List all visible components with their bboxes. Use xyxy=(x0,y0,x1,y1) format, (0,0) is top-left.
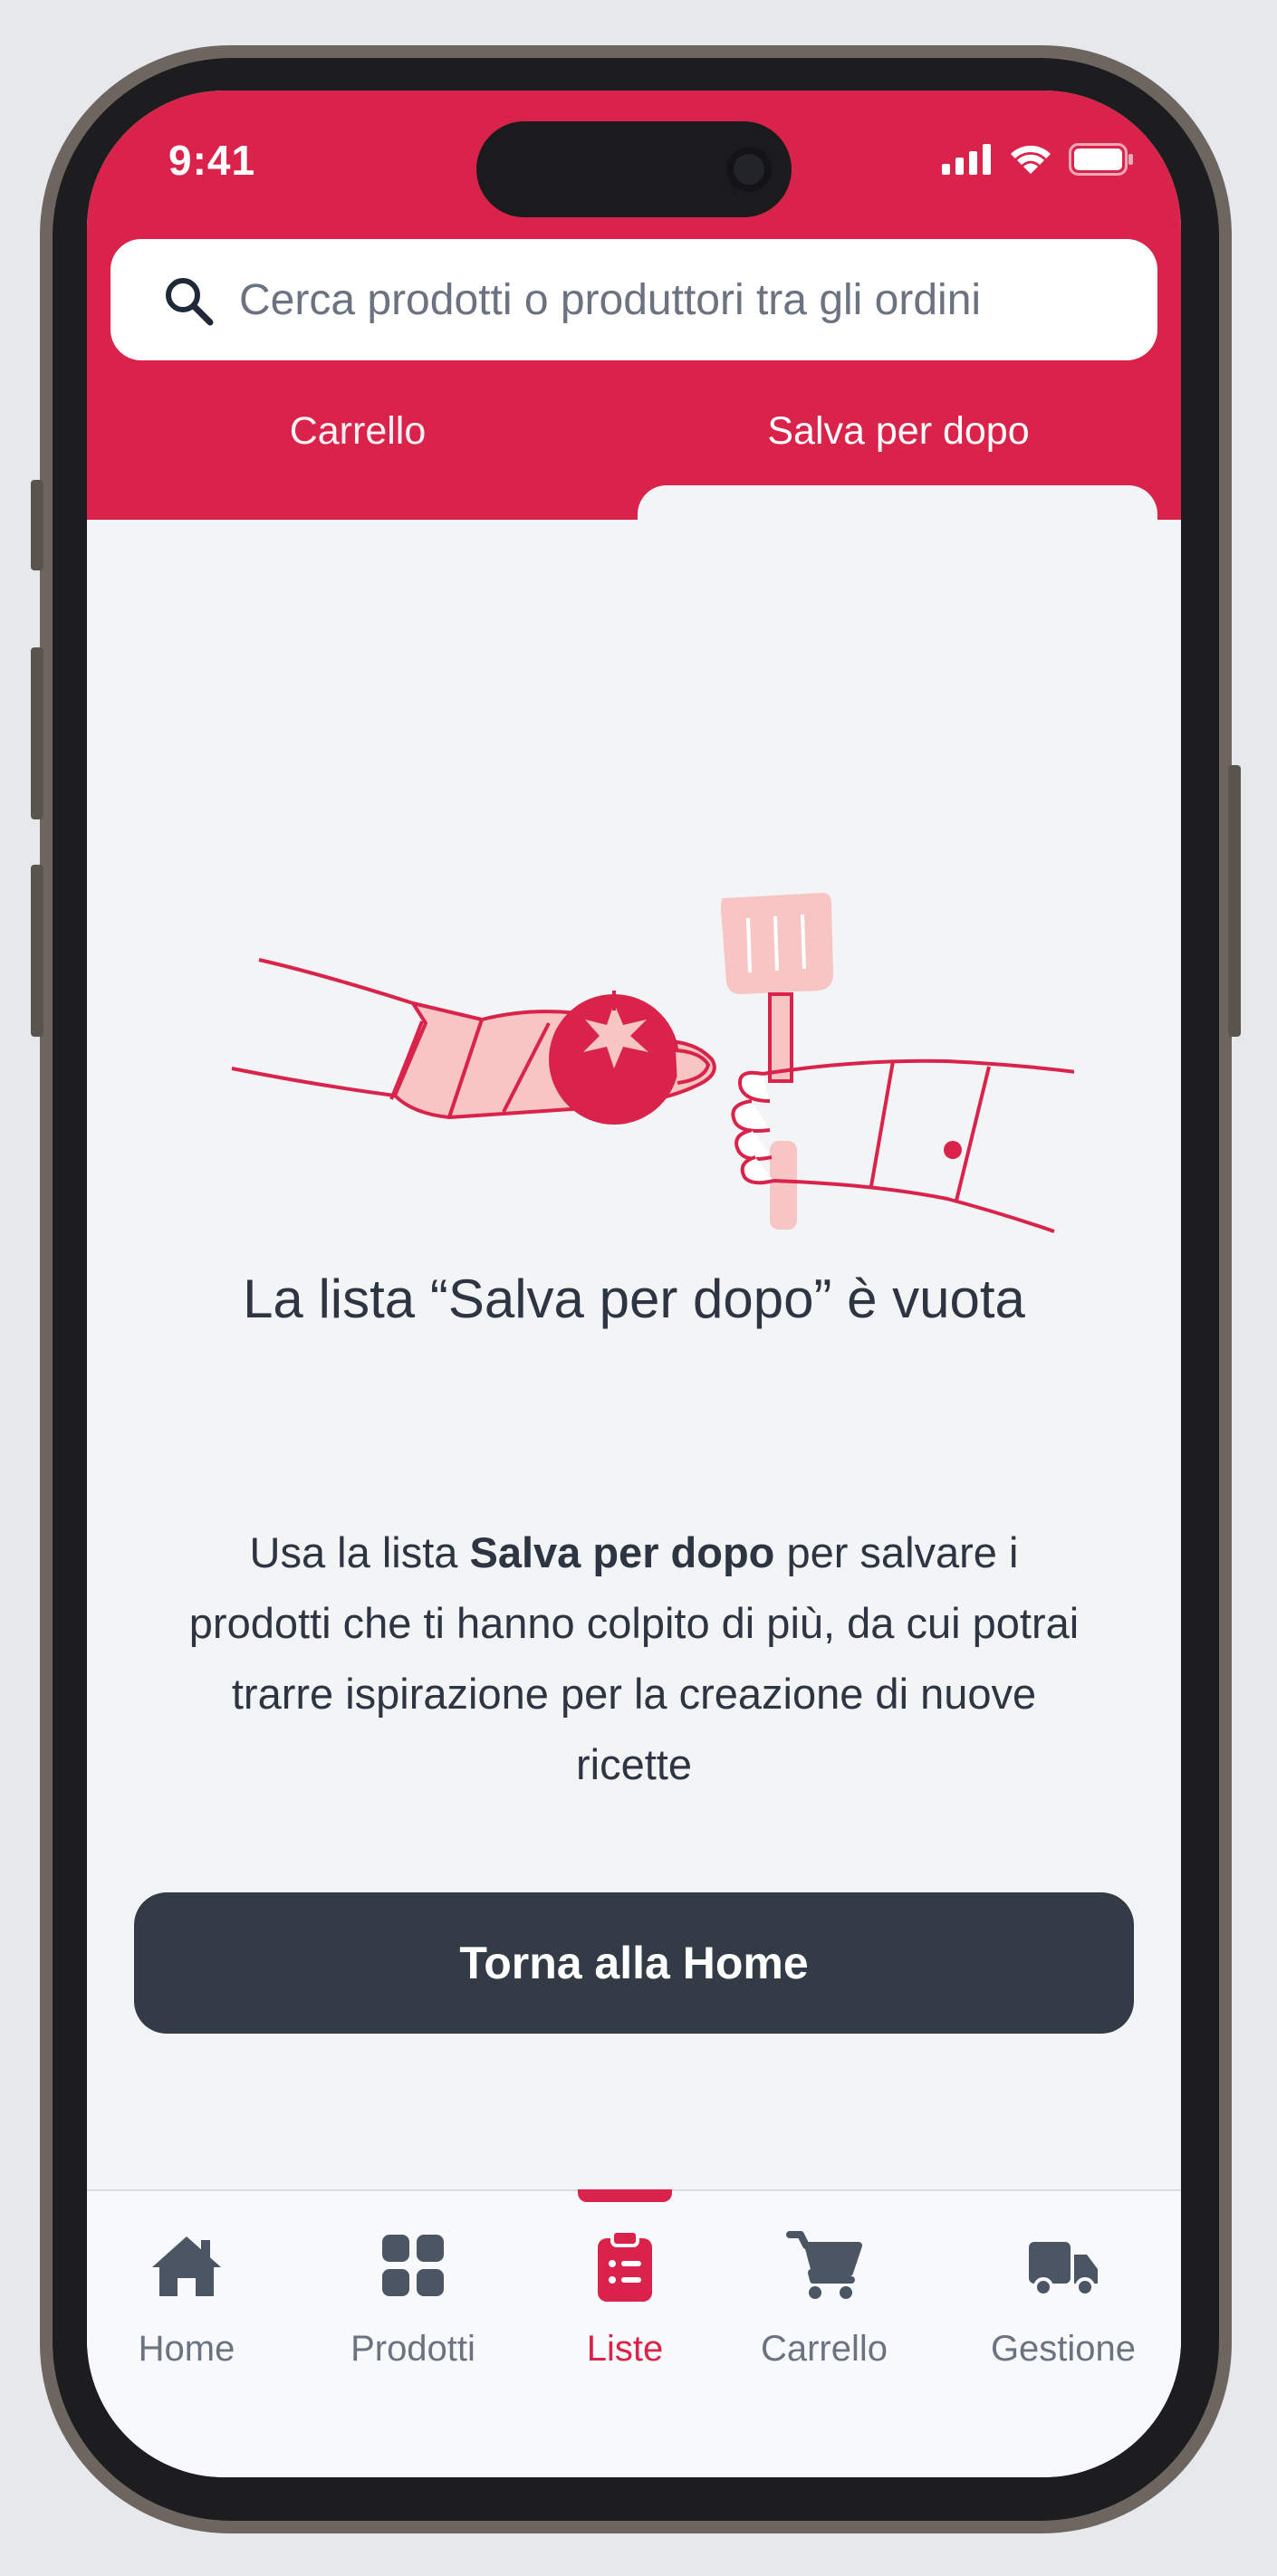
status-time: 9:41 xyxy=(168,137,256,184)
nav-item-carrello[interactable]: Carrello xyxy=(725,2227,924,2370)
nav-item-liste[interactable]: Liste xyxy=(525,2227,725,2370)
tab-carrello[interactable]: Carrello xyxy=(87,409,629,522)
hands-tomato-spatula-illustration xyxy=(231,893,1074,1233)
clipboard-list-icon xyxy=(598,2229,652,2302)
truck-icon xyxy=(1029,2242,1098,2297)
home-icon xyxy=(152,2236,221,2296)
nav-label-home: Home xyxy=(138,2329,235,2369)
nav-item-gestione[interactable]: Gestione xyxy=(964,2227,1163,2370)
search-bar[interactable] xyxy=(110,239,1157,360)
bottom-nav: Home Prodotti Liste Carrello Gestione xyxy=(87,2189,1181,2477)
grid-icon xyxy=(382,2235,444,2296)
wifi-icon xyxy=(1011,145,1051,174)
description-prefix: Usa la lista xyxy=(249,1528,470,1576)
battery-icon xyxy=(1069,143,1133,176)
nav-label-gestione: Gestione xyxy=(990,2329,1137,2369)
search-icon xyxy=(166,278,214,326)
empty-state-description: Usa la lista Salva per dopo per salvare … xyxy=(178,1518,1090,1800)
empty-state-title: La lista “Salva per dopo” è vuota xyxy=(243,1269,1025,1329)
back-to-home-button[interactable]: Torna alla Home xyxy=(134,1892,1134,2034)
search-input[interactable] xyxy=(239,239,1145,360)
cart-icon xyxy=(786,2231,862,2299)
device-volume-up-button xyxy=(31,647,43,819)
description-bold: Salva per dopo xyxy=(469,1528,775,1576)
status-icons xyxy=(942,143,1134,176)
dynamic-island xyxy=(476,121,792,217)
nav-label-carrello: Carrello xyxy=(760,2329,888,2369)
nav-item-home[interactable]: Home xyxy=(87,2227,286,2370)
bottom-nav-active-indicator xyxy=(578,2189,672,2202)
nav-label-prodotti: Prodotti xyxy=(350,2329,475,2369)
nav-item-prodotti[interactable]: Prodotti xyxy=(313,2227,513,2370)
signal-icon xyxy=(942,144,991,175)
app-screen: 9:41 Cerca prodotti o produttori tra gli… xyxy=(87,91,1181,2477)
tab-salva-per-dopo[interactable]: Salva per dopo xyxy=(639,409,1157,522)
device-volume-down-button xyxy=(31,865,43,1037)
camera-icon xyxy=(726,147,772,192)
device-action-button xyxy=(31,480,43,570)
device-power-button xyxy=(1228,765,1241,1037)
app-header: 9:41 Cerca prodotti o produttori tra gli… xyxy=(87,91,1181,540)
nav-label-liste: Liste xyxy=(586,2329,664,2369)
